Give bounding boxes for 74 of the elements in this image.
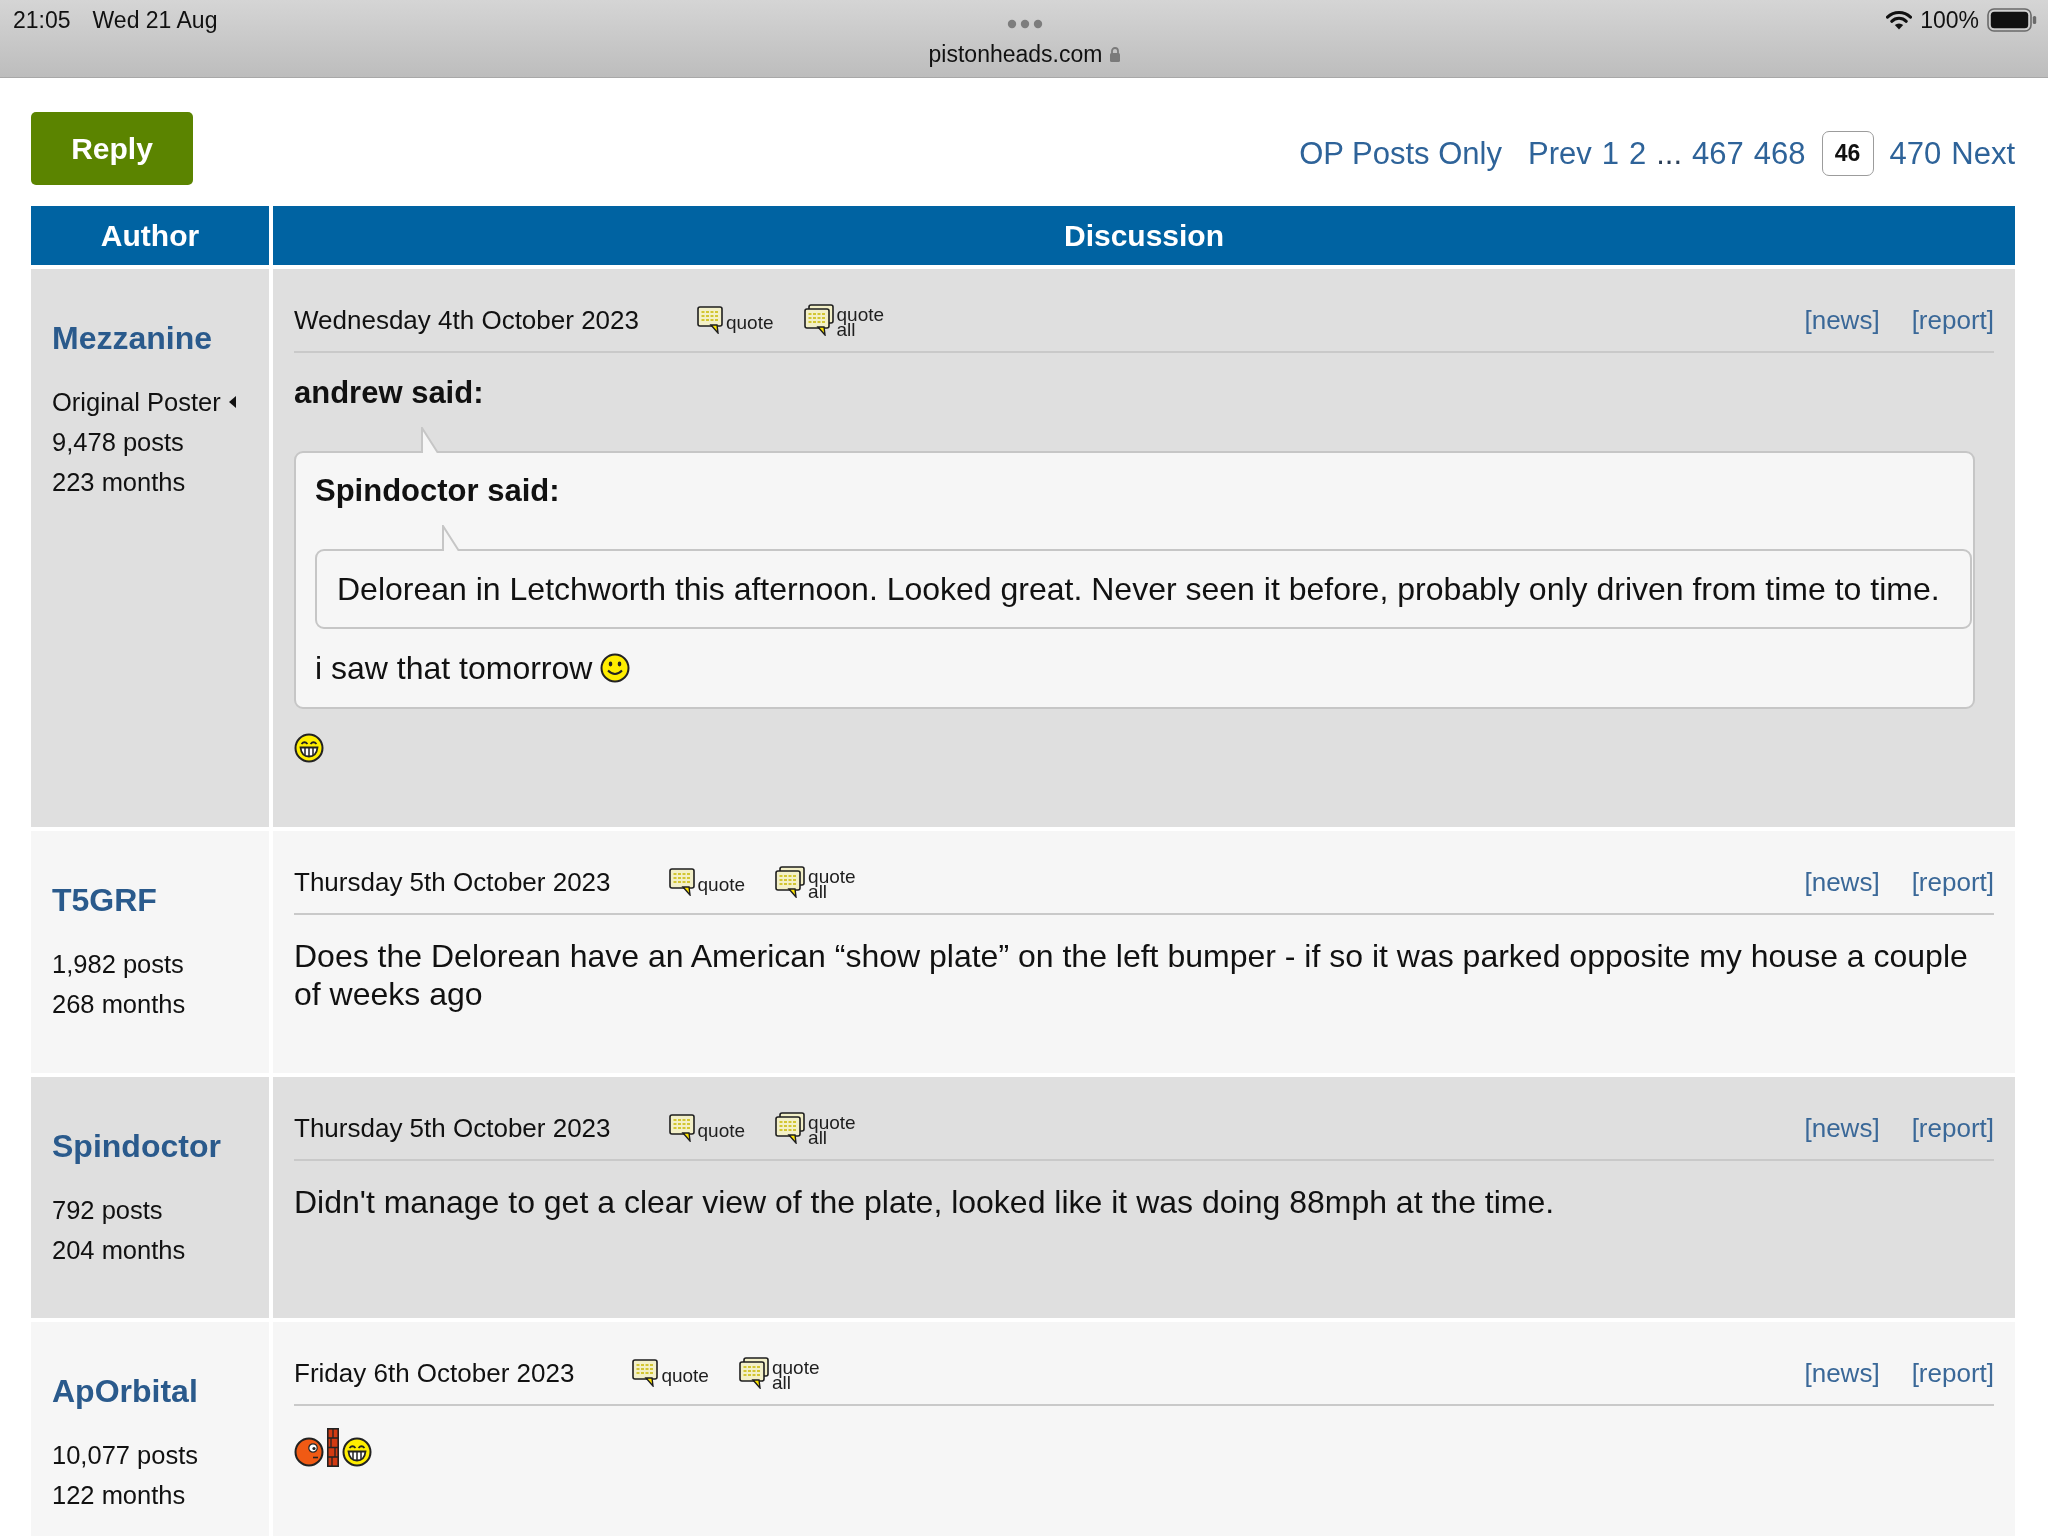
battery-icon [1987,8,2037,32]
note-bubble-icon [697,306,724,334]
stacked-bubbles-icon [775,1112,807,1144]
page-link[interactable]: Next [1951,135,2015,172]
membership-age: 204 months [52,1235,186,1266]
dots-icon [1007,19,1043,29]
post-count: 10,077 posts [52,1440,199,1471]
page-link[interactable]: 467 [1692,135,1744,172]
column-header: Discussion [273,206,2015,265]
page-link[interactable]: 1 [1601,135,1619,172]
quote-all-button[interactable]: quote all [775,1111,856,1145]
page-number-field[interactable]: 46 [1821,131,1874,176]
membership-age: 223 months [52,467,186,498]
post-text: Does the Delorean have an American “show plate” on the left bumper - if so it was parked opposite my house a couple of weeks ago [294,937,1969,1013]
stacked-bubbles-icon [803,304,835,336]
quoted-text: Delorean in Letchworth this afternoon. Looked great. Never seen it before, probably only driven from time to time. [337,570,1941,608]
page-link[interactable]: 470 [1889,135,1942,172]
reply-button[interactable]: Reply [31,112,193,185]
post-text: Didn't manage to get a clear view of the plate, looked like it was doing 88mph at the time. [294,1183,1556,1221]
quote-all-button[interactable]: quote all [775,865,856,899]
page-link[interactable]: 468 [1753,135,1806,172]
quote-button[interactable]: quote [668,868,746,896]
status-time: 21:05 [13,6,71,34]
page-ellipsis: ... [1656,135,1683,172]
post-text: i saw that tomorrow [315,649,593,687]
quote-button[interactable]: quote [697,306,774,334]
post-link[interactable]: [report] [1911,1358,1994,1388]
author-name[interactable]: Mezzanine [52,319,257,357]
smiley-icon [600,653,631,683]
post-count: 792 posts [52,1195,163,1226]
membership-age: 122 months [52,1480,186,1511]
address-text[interactable]: pistonheads.com [928,40,1103,68]
column-header: Author [31,206,269,265]
post-count: 1,982 posts [52,949,184,980]
note-bubble-icon [668,868,696,896]
brick-wall-icon [327,1428,339,1467]
post-link[interactable]: [news] [1804,1113,1880,1143]
pointer-left-icon [228,396,236,408]
post-count: 9,478 posts [52,427,184,458]
battery-percent: 100% [1920,6,1979,34]
post-link[interactable]: [report] [1911,867,1994,897]
stacked-bubbles-icon [738,1357,770,1389]
op-posts-link[interactable]: OP Posts Only [1299,135,1502,172]
ball-face-icon [294,1437,324,1467]
post-date: Friday 6th October 2023 [294,1358,575,1388]
lock-icon [1109,46,1122,62]
post-date: Thursday 5th October 2023 [294,1113,611,1143]
author-name[interactable]: Spindoctor [52,1127,257,1165]
quote-all-button[interactable]: quote all [803,303,885,337]
post-link[interactable]: [report] [1911,1113,1994,1143]
post-date: Wednesday 4th October 2023 [294,305,639,335]
quote-author: andrew said: [294,375,484,411]
grin-icon [294,733,324,763]
page-link[interactable]: Prev [1527,135,1592,172]
post-date: Thursday 5th October 2023 [294,867,611,897]
quote-author: Spindoctor said: [315,473,560,509]
quote-button[interactable]: quote [668,1114,746,1142]
author-name[interactable]: ApOrbital [52,1372,257,1410]
author-role: Original Poster [52,387,221,418]
grin-icon [342,1437,372,1467]
note-bubble-icon [668,1114,696,1142]
quote-button[interactable]: quote [632,1359,709,1387]
post-link[interactable]: [news] [1804,867,1880,897]
stacked-bubbles-icon [775,866,807,898]
post-link[interactable]: [report] [1911,305,1994,335]
post-link[interactable]: [news] [1804,305,1880,335]
membership-age: 268 months [52,989,186,1020]
page-link[interactable]: 2 [1628,135,1647,172]
author-name[interactable]: T5GRF [52,881,257,919]
post-link[interactable]: [news] [1804,1358,1880,1388]
status-date: Wed 21 Aug [92,6,218,34]
quote-all-button[interactable]: quote all [738,1356,820,1390]
note-bubble-icon [632,1359,660,1387]
wifi-icon [1886,10,1913,30]
